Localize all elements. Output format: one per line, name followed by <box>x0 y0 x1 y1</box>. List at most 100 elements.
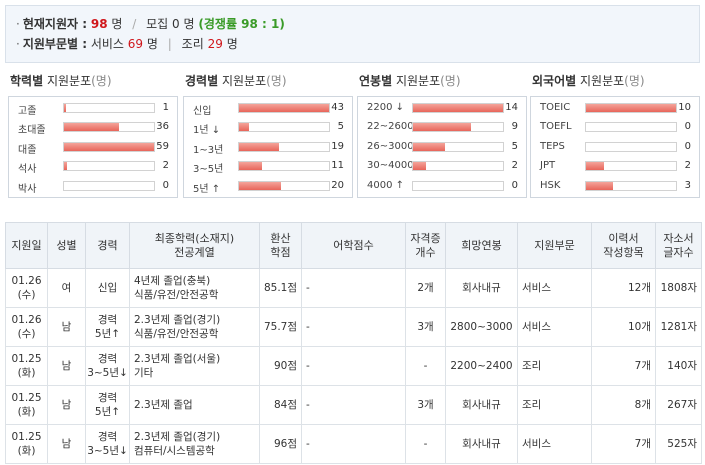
cell-intro: 267자 <box>655 385 702 425</box>
header-certificates[interactable]: 자격증 개수 <box>405 222 446 269</box>
recruit-unit: 명 <box>183 17 195 31</box>
bar-fill <box>64 104 66 112</box>
table-row[interactable]: 01.25 (화) 남 경력 3~5년↓ 2.3년제 졸업(경기) 컴퓨터/시스템공학… <box>5 424 702 464</box>
header-salary[interactable]: 희망연봉 <box>445 222 518 269</box>
panel-title: 학력별 지원분포(명) <box>10 74 112 88</box>
dist-row: 3~5년 11 <box>193 160 344 176</box>
cell-intro: 1281자 <box>655 307 702 347</box>
dept1-unit: 명 <box>146 37 158 51</box>
cell-career: 신입 <box>85 268 130 308</box>
cell-certificates: 3개 <box>405 307 446 347</box>
dept-separator: | <box>167 37 172 51</box>
bar-fill <box>64 142 154 151</box>
bar-fill <box>239 181 281 190</box>
header-intro[interactable]: 자소서 글자수 <box>655 222 702 269</box>
header-resume[interactable]: 이력서 작성항목 <box>591 222 656 269</box>
cell-salary: 회사내규 <box>445 385 518 425</box>
cell-intro: 140자 <box>655 346 702 386</box>
bar-fill <box>239 142 279 151</box>
cell-resume: 7개 <box>591 346 656 386</box>
cell-score: 75.7점 <box>259 307 302 347</box>
bar-fill <box>413 104 503 112</box>
cell-department: 서비스 <box>517 424 592 464</box>
cell-intro: 525자 <box>655 424 702 464</box>
panel-title: 경력별 지원분포(명) <box>185 74 287 88</box>
cell-date: 01.25 (화) <box>5 346 48 386</box>
dept1-count: 69 <box>127 37 144 51</box>
header-date[interactable]: 지원일 <box>5 222 48 269</box>
cell-education[interactable]: 4년제 졸업(충북) 식품/유전/안전공학 <box>129 268 260 308</box>
dept2-name: 조리 <box>181 37 204 51</box>
cell-certificates: 2개 <box>405 268 446 308</box>
salary-distribution-panel: 연봉별 지원분포(명) 2200 ↓ 14 22~2600 9 26~3000 5 3… <box>357 72 527 202</box>
dist-row: TOEIC 10 <box>540 102 691 113</box>
dist-row: 22~2600 9 <box>367 121 518 133</box>
cell-education[interactable]: 2.3년제 졸업(서울) 기타 <box>129 346 260 386</box>
cell-department: 서비스 <box>517 268 592 308</box>
header-career[interactable]: 경력 <box>85 222 130 269</box>
applicants-label: 현재지원자 : <box>22 17 88 31</box>
header-gender[interactable]: 성별 <box>47 222 86 269</box>
header-score[interactable]: 환산 학점 <box>259 222 302 269</box>
dist-row: 1년 ↓ 5 <box>193 121 344 137</box>
cell-language: - <box>301 307 406 347</box>
bar-fill <box>64 162 68 171</box>
dist-row: 대졸 59 <box>18 140 169 156</box>
cell-salary: 회사내규 <box>445 424 518 464</box>
header-department[interactable]: 지원부문 <box>517 222 592 269</box>
cell-score: 85.1점 <box>259 268 302 308</box>
dist-row: 1~3년 19 <box>193 140 344 156</box>
recruit-count: 0 <box>172 17 180 31</box>
table-row[interactable]: 01.25 (화) 남 경력 5년↑ 2.3년제 졸업 84점 - 3개 회사내규 … <box>5 385 702 425</box>
header-language[interactable]: 어학점수 <box>301 222 406 269</box>
cell-resume: 12개 <box>591 268 656 308</box>
table-row[interactable]: 01.25 (화) 남 경력 3~5년↓ 2.3년제 졸업(서울) 기타 90점 - … <box>5 346 702 386</box>
cell-intro: 1808자 <box>655 268 702 308</box>
cell-department: 서비스 <box>517 307 592 347</box>
table-row[interactable]: 01.26 (수) 여 신입 4년제 졸업(충북) 식품/유전/안전공학 85.1점… <box>5 268 702 308</box>
table-row[interactable]: 01.26 (수) 남 경력 5년↑ 2.3년제 졸업(경기) 식품/유전/안전공학 … <box>5 307 702 347</box>
dist-row: 2200 ↓ 14 <box>367 102 518 113</box>
recruit-label: 모집 <box>146 17 169 31</box>
dept-label: 지원부문별 : <box>22 37 88 51</box>
dist-row: 26~3000 5 <box>367 140 518 152</box>
career-distribution-panel: 경력별 지원분포(명) 신입 43 1년 ↓ 5 1~3년 19 3~5년 11 5년 … <box>183 72 353 202</box>
bar-fill <box>586 181 613 190</box>
applicants-count: 98 <box>90 17 108 31</box>
cell-gender: 남 <box>47 346 86 386</box>
header-education[interactable]: 최종학력(소재지) 전공계열 <box>129 222 260 269</box>
dist-row: 4000 ↑ 0 <box>367 179 518 191</box>
cell-career: 경력 5년↑ <box>85 307 130 347</box>
cell-career: 경력 3~5년↓ <box>85 346 130 386</box>
cell-gender: 남 <box>47 307 86 347</box>
cell-education[interactable]: 2.3년제 졸업(경기) 식품/유전/안전공학 <box>129 307 260 347</box>
cell-score: 96점 <box>259 424 302 464</box>
cell-certificates: 3개 <box>405 385 446 425</box>
cell-score: 90점 <box>259 346 302 386</box>
bar-fill <box>586 104 676 112</box>
dept1-name: 서비스 <box>90 37 124 51</box>
competition-ratio: (경쟁률 98 : 1) <box>198 17 285 31</box>
cell-score: 84점 <box>259 385 302 425</box>
cell-date: 01.26 (수) <box>5 307 48 347</box>
cell-education[interactable]: 2.3년제 졸업 <box>129 385 260 425</box>
applicant-summary: · 현재지원자 : 98 명 / 모집 0 명 (경쟁률 98 : 1) · 지원부… <box>5 5 700 63</box>
dist-row: 초대졸 36 <box>18 121 169 137</box>
cell-education[interactable]: 2.3년제 졸업(경기) 컴퓨터/시스템공학 <box>129 424 260 464</box>
cell-career: 경력 3~5년↓ <box>85 424 130 464</box>
cell-department: 조리 <box>517 346 592 386</box>
cell-resume: 8개 <box>591 385 656 425</box>
education-distribution-panel: 학력별 지원분포(명) 고졸 1 초대졸 36 대졸 59 석사 2 박사 0 <box>8 72 178 202</box>
bar-fill <box>413 142 446 151</box>
department-line: · 지원부문별 : 서비스 69 명 | 조리 29 명 <box>16 37 238 51</box>
cell-salary: 2200~2400 <box>445 346 518 386</box>
dist-row: 신입 43 <box>193 102 344 117</box>
cell-resume: 7개 <box>591 424 656 464</box>
cell-salary: 회사내규 <box>445 268 518 308</box>
cell-language: - <box>301 424 406 464</box>
cell-date: 01.25 (화) <box>5 424 48 464</box>
table-header-row: 지원일 성별 경력 최종학력(소재지) 전공계열 환산 학점 어학점수 자격증 개수 … <box>5 222 702 269</box>
dist-row: 석사 2 <box>18 160 169 176</box>
dist-row: HSK 3 <box>540 179 691 191</box>
applicants-unit: 명 <box>111 17 123 31</box>
